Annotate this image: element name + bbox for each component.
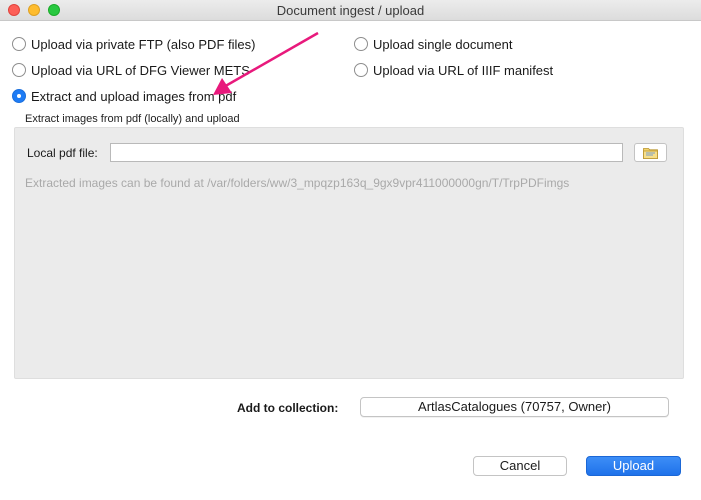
option-single-document-label: Upload single document [373,36,513,52]
option-dfg-mets-label: Upload via URL of DFG Viewer METS [31,62,250,78]
local-pdf-file-label: Local pdf file: [27,146,98,160]
folder-icon [642,147,658,159]
upload-button[interactable]: Upload [586,456,681,476]
option-single-document[interactable]: Upload single document [354,35,512,53]
pdf-group-box [14,127,684,379]
title-bar: Document ingest / upload [0,0,701,21]
local-pdf-file-input[interactable] [110,143,623,162]
radio-single-document[interactable] [354,37,368,51]
cancel-button[interactable]: Cancel [473,456,567,476]
option-iiif-manifest-label: Upload via URL of IIIF manifest [373,62,554,78]
option-extract-pdf-label: Extract and upload images from pdf [31,88,237,104]
option-iiif-manifest[interactable]: Upload via URL of IIIF manifest [354,61,553,79]
add-to-collection-label: Add to collection: [237,401,339,415]
radio-private-ftp[interactable] [12,37,26,51]
radio-dfg-mets[interactable] [12,63,26,77]
radio-iiif-manifest[interactable] [354,63,368,77]
radio-extract-pdf[interactable] [12,89,26,103]
option-private-ftp[interactable]: Upload via private FTP (also PDF files) [12,35,255,53]
option-dfg-mets[interactable]: Upload via URL of DFG Viewer METS [12,61,250,79]
collection-select-button[interactable]: ArtlasCatalogues (70757, Owner) [360,397,669,417]
option-extract-pdf[interactable]: Extract and upload images from pdf [12,87,236,105]
option-private-ftp-label: Upload via private FTP (also PDF files) [31,36,256,52]
window-title: Document ingest / upload [276,3,425,18]
browse-pdf-button[interactable] [634,143,667,162]
pdf-group-title: Extract images from pdf (locally) and up… [25,113,240,125]
extracted-images-hint: Extracted images can be found at /var/fo… [25,176,570,190]
